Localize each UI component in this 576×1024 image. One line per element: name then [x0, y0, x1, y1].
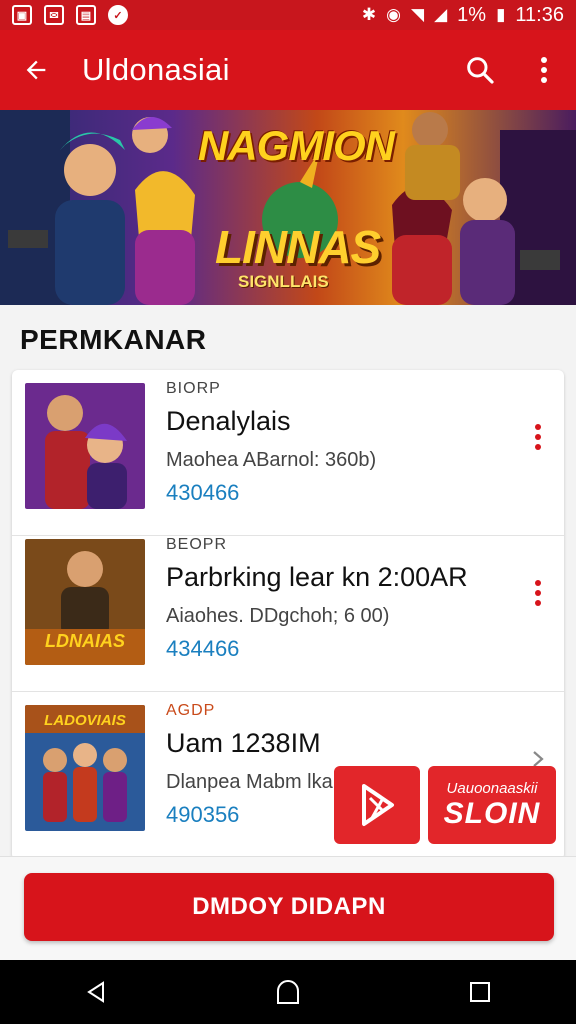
item-title: Parbrking lear kn 2:00AR [166, 562, 468, 592]
primary-action-button[interactable]: DMDOY DIDAPN [24, 873, 554, 941]
promo-banner[interactable]: NAGMION LINNAS SIGNLLAIS [0, 110, 576, 305]
ad-join-button[interactable]: Uauoonaaskii SLOIN [428, 766, 556, 844]
bottom-panel: DMDOY DIDAPN [0, 856, 576, 960]
bluetooth-icon: ✱ [361, 5, 377, 24]
ad-play-button[interactable] [334, 766, 420, 844]
page-title: Uldonasiai [82, 52, 230, 87]
signal-icon: ◢ [434, 5, 448, 24]
system-indicators: ✱ ◉ ◥ ◢ 1% ▮ 11:36 [362, 4, 564, 27]
home-icon [277, 980, 299, 1004]
nav-back-button[interactable] [56, 960, 136, 1024]
banner-title: NAGMION [198, 122, 395, 169]
notification-icons: ▣ ✉ ▤ ✓ [12, 5, 128, 25]
svg-text:LDNAIAS: LDNAIAS [45, 631, 125, 651]
list-item[interactable]: BIORP Denalylais Maohea ABarnol: 360b) 4… [12, 370, 564, 536]
item-title: Denalylais [166, 406, 291, 436]
gallery-notification-icon: ▤ [76, 5, 96, 25]
game-thumbnail [25, 383, 145, 509]
search-button[interactable] [448, 30, 512, 110]
list-item[interactable]: LDNAIAS BEOPR Parbrking lear kn 2:00AR A… [12, 526, 564, 692]
item-title: Uam 1238IM [166, 728, 321, 758]
alarm-icon: ◉ [386, 5, 401, 24]
item-menu-button[interactable] [526, 420, 550, 454]
arrow-left-icon [26, 60, 46, 80]
triangle-back-icon [87, 981, 104, 1003]
ad-overlay[interactable]: Uauoonaaskii SLOIN [334, 766, 556, 844]
app-bar: Uldonasiai [0, 30, 576, 110]
item-meta: Aiaohes. DDgchoh; 6 00) [166, 605, 390, 627]
item-text: BEOPR Parbrking lear kn 2:00AR Aiaohes. … [166, 536, 506, 662]
nav-recents-button[interactable] [440, 960, 520, 1024]
item-meta: Maohea ABarnol: 360b) [166, 449, 377, 471]
nav-home-button[interactable] [248, 960, 328, 1024]
overflow-menu-button[interactable] [512, 30, 576, 110]
game-logo-subtitle: SIGNLLAIS [238, 272, 329, 291]
item-tag: AGDP [166, 702, 216, 719]
recents-square-icon [470, 982, 490, 1002]
more-vertical-icon [535, 580, 541, 606]
system-navigation-bar [0, 960, 576, 1024]
battery-percent: 1% [457, 3, 487, 26]
clock: 11:36 [515, 3, 564, 26]
battery-icon: ▮ [496, 5, 506, 24]
svg-text:LADOVIAIS: LADOVIAIS [44, 712, 126, 729]
ad-join-caption: Uauoonaaskii [446, 779, 538, 797]
status-bar: ▣ ✉ ▤ ✓ ✱ ◉ ◥ ◢ 1% ▮ 11:36 [0, 0, 576, 30]
game-logo: LINNAS [215, 221, 381, 273]
item-price: 434466 [166, 636, 240, 661]
search-icon [467, 57, 494, 84]
back-button[interactable] [0, 30, 72, 110]
play-arrow-icon [362, 784, 394, 826]
more-vertical-icon [535, 424, 541, 450]
section-title: PERMKANAR [20, 324, 207, 355]
item-text: BIORP Denalylais Maohea ABarnol: 360b) 4… [166, 380, 506, 506]
item-menu-button[interactable] [526, 576, 550, 610]
game-thumbnail: LDNAIAS [25, 539, 145, 665]
ad-join-label: SLOIN [443, 796, 541, 830]
gmail-notification-icon: ✉ [44, 5, 64, 25]
wifi-icon: ◥ [411, 5, 425, 24]
photo-notification-icon: ▣ [12, 5, 32, 25]
item-tag: BEOPR [166, 536, 228, 553]
app-notification-icon: ✓ [108, 5, 128, 25]
item-price: 430466 [166, 480, 240, 505]
more-vertical-icon [541, 57, 547, 83]
item-tag: BIORP [166, 380, 221, 397]
game-thumbnail: LADOVIAIS [25, 705, 145, 831]
